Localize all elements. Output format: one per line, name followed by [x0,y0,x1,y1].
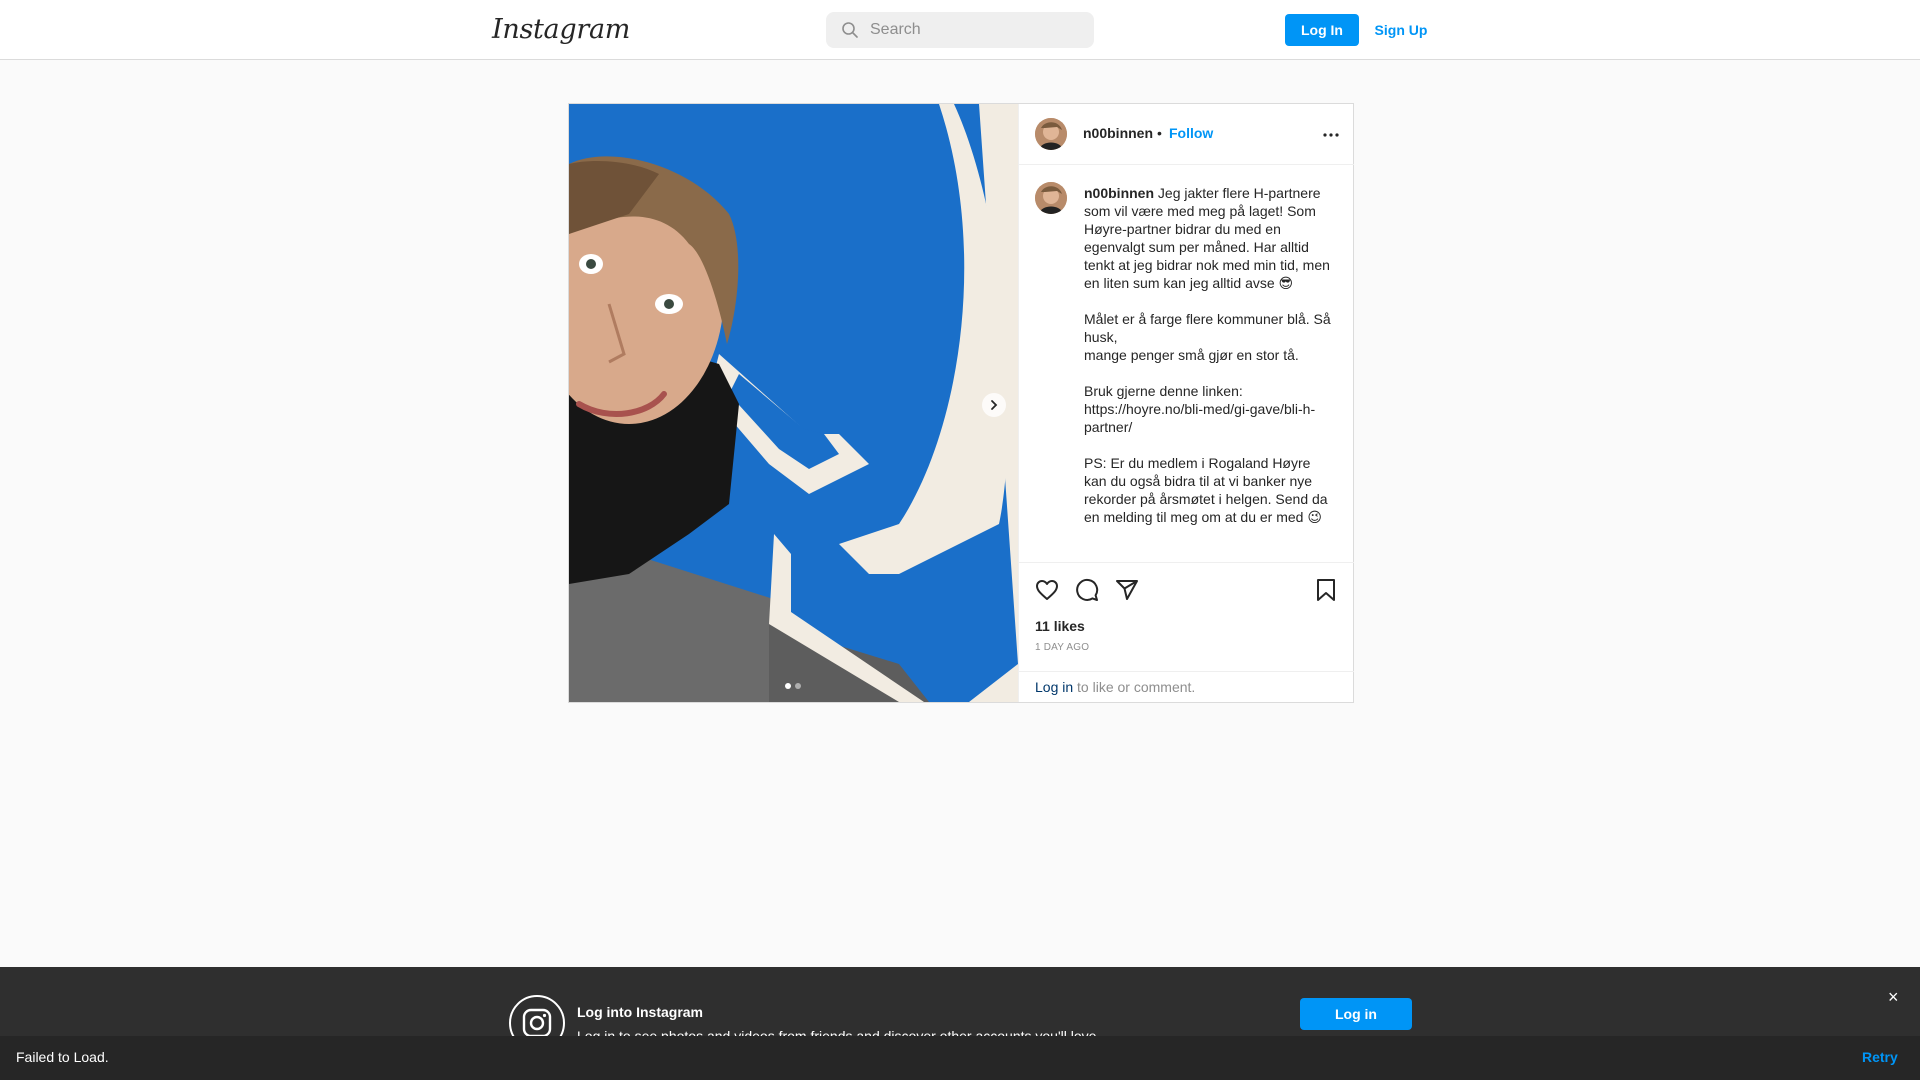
banner-title: Log into Instagram [577,1004,703,1020]
post-username[interactable]: n00binnen [1083,125,1153,141]
post-sidebar: n00binnen • Follow n00binnen Jeg jakter … [1018,104,1354,702]
photo-illustration [569,104,1018,702]
carousel-indicator [785,683,801,689]
close-icon[interactable]: × [1888,988,1899,1006]
more-options-icon[interactable] [1322,132,1340,138]
caption: n00binnen Jeg jakter flere H-partnere so… [1084,184,1334,526]
top-navbar: Instagram Log In Sign Up [0,0,1920,60]
login-link[interactable]: Log in [1035,679,1073,695]
bookmark-icon[interactable] [1314,578,1338,602]
share-icon[interactable] [1115,578,1139,602]
comment-icon[interactable] [1075,578,1099,602]
search-input[interactable] [870,12,1080,48]
error-toast: Failed to Load. Retry [0,1036,1920,1080]
caption-scroll-area[interactable]: n00binnen Jeg jakter flere H-partnere so… [1019,166,1354,562]
likes-count[interactable]: 11 likes [1035,618,1085,634]
caption-username[interactable]: n00binnen [1084,185,1154,201]
instagram-logo[interactable]: Instagram [492,14,630,45]
separator-dot: • [1157,125,1162,141]
post-header: n00binnen • Follow [1019,104,1354,165]
post-card: n00binnen • Follow n00binnen Jeg jakter … [568,103,1354,703]
post-photo[interactable] [569,104,1018,702]
retry-button[interactable]: Retry [1862,1049,1898,1065]
carousel-next-button[interactable] [982,393,1006,417]
post-timestamp: 1 DAY AGO [1035,642,1090,653]
action-bar [1019,562,1354,602]
caption-avatar[interactable] [1035,182,1067,214]
search-box[interactable] [826,12,1094,48]
login-prompt-text: to like or comment. [1073,679,1196,695]
banner-login-button[interactable]: Log in [1300,998,1412,1030]
chevron-right-icon [991,400,998,410]
toast-message: Failed to Load. [16,1049,109,1065]
login-button[interactable]: Log In [1285,14,1359,46]
caption-text: Jeg jakter flere H-partnere som vil være… [1084,185,1331,525]
heart-icon[interactable] [1035,578,1059,602]
carousel-dot [795,683,801,689]
search-icon [842,22,858,38]
signup-button[interactable]: Sign Up [1370,14,1432,46]
login-prompt: Log in to like or comment. [1019,671,1354,702]
follow-button[interactable]: Follow [1169,125,1213,141]
avatar[interactable] [1035,118,1067,150]
carousel-dot-active [785,683,791,689]
